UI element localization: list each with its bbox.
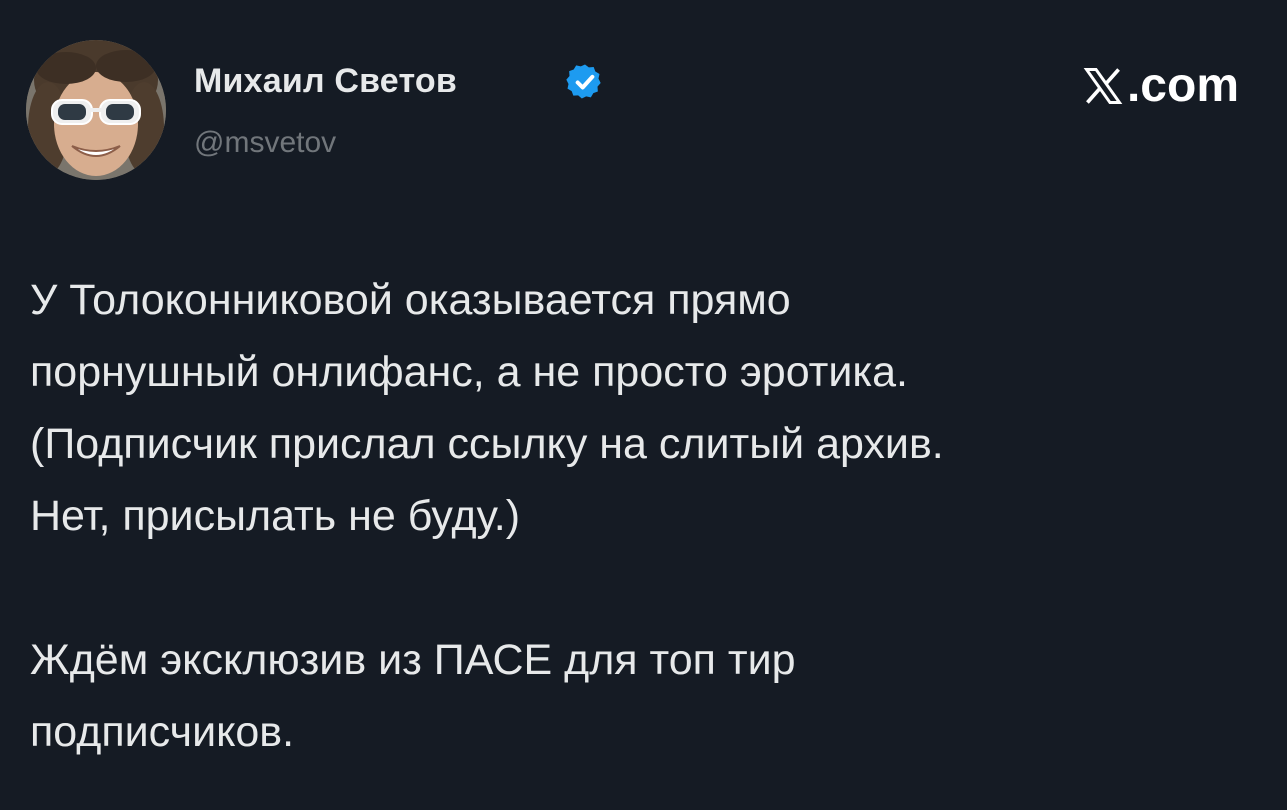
author-handle[interactable]: @msvetov [194, 126, 336, 160]
avatar-image [26, 40, 166, 180]
x-brand: .com [1081, 60, 1239, 112]
brand-domain-suffix: .com [1126, 59, 1239, 112]
avatar[interactable] [26, 40, 166, 180]
tweet-text: У Толоконниковой оказывается прямо порну… [30, 264, 1250, 768]
tweet-card: Михаил Светов @msvetov .com У Толоконник… [0, 0, 1287, 810]
tweet-line: (Подписчик прислал ссылку на слитый архи… [30, 420, 944, 468]
tweet-line: Нет, присылать не буду.) [30, 492, 521, 540]
verified-badge-icon [566, 64, 601, 99]
tweet-line: подписчиков. [30, 708, 295, 756]
tweet-line: У Толоконниковой оказывается прямо [30, 276, 791, 324]
tweet-line: Ждём эксклюзив из ПАСЕ для топ тир [30, 636, 796, 684]
tweet-line: порнушный онлифанс, а не просто эротика. [30, 348, 908, 396]
author-name[interactable]: Михаил Светов [194, 62, 457, 101]
x-logo-icon [1083, 68, 1123, 104]
